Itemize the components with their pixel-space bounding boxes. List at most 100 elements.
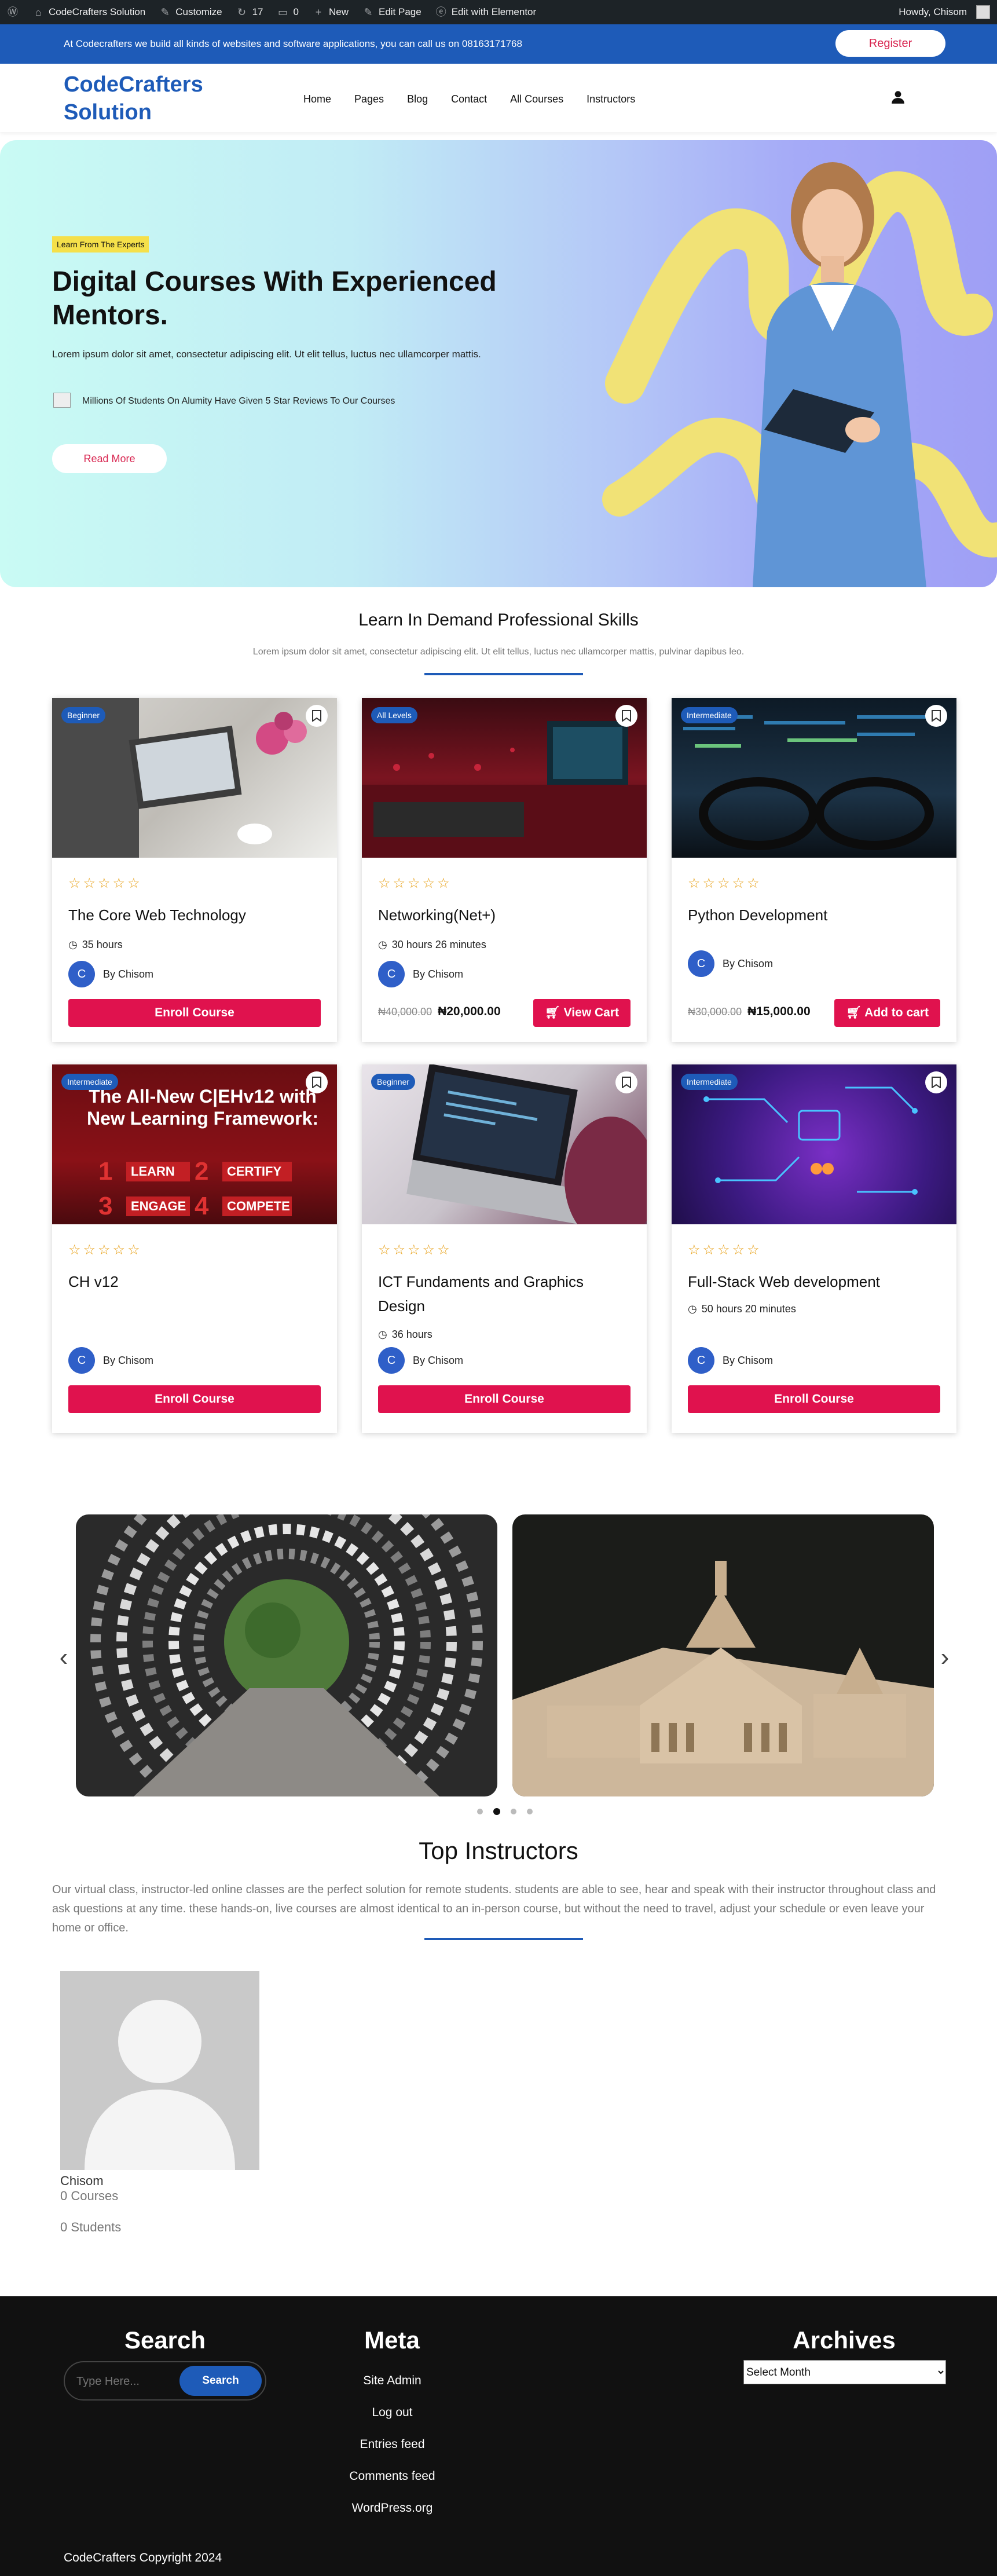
user-icon[interactable]	[890, 89, 906, 104]
search-button[interactable]: Search	[179, 2366, 262, 2396]
courses-section-title: Learn In Demand Professional Skills	[358, 610, 639, 630]
meta-link-log-out[interactable]: Log out	[272, 2396, 512, 2428]
author-avatar: C	[378, 1347, 405, 1374]
site-footer: Search Search Meta Site Admin Log out En…	[0, 2296, 997, 2576]
nav-pages[interactable]: Pages	[343, 90, 395, 108]
comment-icon: ▭	[277, 6, 288, 18]
carousel-slide[interactable]	[76, 1514, 497, 1796]
search-input[interactable]	[76, 2373, 181, 2390]
instructors-title: Top Instructors	[419, 1837, 578, 1864]
course-duration: ◷ 50 hours 20 minutes	[688, 1303, 796, 1315]
clock-icon: ◷	[688, 1303, 697, 1315]
meta-link-wordpress-org[interactable]: WordPress.org	[272, 2492, 512, 2524]
topbar-message: At Codecrafters we build all kinds of we…	[64, 38, 522, 49]
bookmark-icon[interactable]	[306, 705, 328, 727]
course-author: C By Chisom	[378, 1347, 463, 1374]
footer-search-form: Search	[64, 2361, 266, 2401]
rating-stars: ☆☆☆☆☆	[68, 876, 142, 891]
broken-image-icon	[53, 393, 71, 408]
elementor-icon: ⓔ	[435, 6, 446, 18]
admin-site-name[interactable]: ⌂ CodeCrafters Solution	[25, 0, 152, 24]
admin-customize[interactable]: ✎ Customize	[152, 0, 229, 24]
admin-new[interactable]: + New	[306, 0, 355, 24]
admin-comments[interactable]: ▭ 0	[270, 0, 306, 24]
bookmark-icon[interactable]	[925, 705, 947, 727]
course-author: C By Chisom	[688, 950, 773, 977]
course-thumbnail[interactable]: Beginner	[362, 1064, 647, 1224]
course-card: Intermediate ☆☆☆☆☆ Python Development CB…	[672, 698, 956, 1042]
bookmark-icon[interactable]	[306, 1071, 328, 1093]
nav-blog[interactable]: Blog	[395, 90, 439, 108]
carousel-slide[interactable]	[512, 1514, 934, 1796]
course-author: C By Chisom	[378, 961, 463, 987]
course-thumbnail[interactable]: Beginner	[52, 698, 337, 858]
carousel-next-arrow[interactable]: ›	[933, 1643, 956, 1672]
footer-archives-title: Archives	[793, 2326, 896, 2354]
site-logo[interactable]: CodeCrafters Solution	[64, 71, 226, 126]
clock-icon: ◷	[68, 939, 78, 950]
instructors-description: Our virtual class, instructor-led online…	[52, 1883, 936, 1934]
course-title[interactable]: CH v12	[68, 1269, 317, 1294]
course-author: C By Chisom	[68, 1347, 153, 1374]
admin-edit-page[interactable]: ✎ Edit Page	[355, 0, 428, 24]
meta-link-entries-feed[interactable]: Entries feed	[272, 2428, 512, 2460]
nav-home[interactable]: Home	[292, 90, 343, 108]
course-card: The All-New C|EHv12 with New Learning Fr…	[52, 1064, 337, 1433]
carousel-dot-active[interactable]	[493, 1808, 500, 1815]
carousel-dot[interactable]	[511, 1809, 516, 1814]
instructor-courses-count: 0 Courses	[60, 2189, 119, 2203]
carousel-dot[interactable]	[527, 1809, 533, 1814]
wordpress-logo-icon[interactable]: Ⓦ	[0, 0, 25, 24]
admin-account[interactable]: Howdy, Chisom	[892, 0, 997, 24]
nav-instructors[interactable]: Instructors	[575, 90, 647, 108]
course-title[interactable]: Networking(Net+)	[378, 903, 627, 927]
enroll-course-button[interactable]: Enroll Course	[688, 1385, 940, 1413]
meta-link-comments-feed[interactable]: Comments feed	[272, 2460, 512, 2492]
enroll-course-button[interactable]: Enroll Course	[68, 999, 321, 1027]
rating-stars: ☆☆☆☆☆	[688, 876, 762, 891]
course-thumbnail[interactable]: All Levels	[362, 698, 647, 858]
course-title[interactable]: Python Development	[688, 903, 937, 927]
course-title[interactable]: The Core Web Technology	[68, 903, 317, 927]
view-cart-button[interactable]: 🛒︎ View Cart	[533, 999, 631, 1027]
read-more-button[interactable]: Read More	[52, 444, 167, 473]
level-badge: All Levels	[371, 707, 417, 723]
nav-contact[interactable]: Contact	[439, 90, 498, 108]
carousel-prev-arrow[interactable]: ‹	[52, 1643, 75, 1672]
course-title[interactable]: ICT Fundaments and Graphics Design	[378, 1269, 627, 1318]
level-badge: Intermediate	[61, 1074, 118, 1090]
footer-copyright: CodeCrafters Copyright 2024	[64, 2551, 222, 2564]
bookmark-icon[interactable]	[615, 705, 637, 727]
author-avatar: C	[378, 961, 405, 987]
enroll-course-button[interactable]: Enroll Course	[378, 1385, 631, 1413]
course-duration: ◷ 35 hours	[68, 939, 123, 950]
course-thumbnail[interactable]: The All-New C|EHv12 with New Learning Fr…	[52, 1064, 337, 1224]
course-duration: ◷ 30 hours 26 minutes	[378, 939, 486, 950]
meta-link-site-admin[interactable]: Site Admin	[272, 2365, 512, 2396]
bookmark-icon[interactable]	[925, 1071, 947, 1093]
course-thumbnail[interactable]: Intermediate	[672, 1064, 956, 1224]
author-avatar: C	[688, 950, 714, 977]
instructor-avatar[interactable]	[60, 1971, 259, 2170]
instructor-name[interactable]: Chisom	[60, 2174, 259, 2189]
add-to-cart-button[interactable]: 🛒︎ Add to cart	[834, 999, 940, 1027]
register-button[interactable]: Register	[835, 30, 945, 57]
nav-all-courses[interactable]: All Courses	[498, 90, 575, 108]
course-thumbnail[interactable]: Intermediate	[672, 698, 956, 858]
enroll-course-button[interactable]: Enroll Course	[68, 1385, 321, 1413]
cart-icon: 🛒︎	[846, 1006, 865, 1019]
admin-edit-elementor[interactable]: ⓔ Edit with Elementor	[428, 0, 543, 24]
site-header: CodeCrafters Solution Home Pages Blog Co…	[0, 64, 997, 132]
ceh-promo-text: The All-New C|EHv12 with New Learning Fr…	[86, 1086, 319, 1129]
course-title[interactable]: Full-Stack Web development	[688, 1269, 937, 1294]
carousel-dot[interactable]	[477, 1809, 483, 1814]
course-price: ₦40,000.00 ₦20,000.00	[378, 1005, 501, 1019]
course-card: Intermediate ☆☆☆☆☆ Full-Stack Web develo…	[672, 1064, 956, 1433]
archives-select[interactable]: Select Month	[743, 2360, 946, 2384]
author-avatar: C	[688, 1347, 714, 1374]
bookmark-icon[interactable]	[615, 1071, 637, 1093]
footer-search-title: Search	[124, 2326, 206, 2354]
carousel-dots	[477, 1808, 533, 1815]
admin-updates[interactable]: ↻ 17	[229, 0, 270, 24]
main-nav: Home Pages Blog Contact All Courses Inst…	[292, 90, 647, 108]
